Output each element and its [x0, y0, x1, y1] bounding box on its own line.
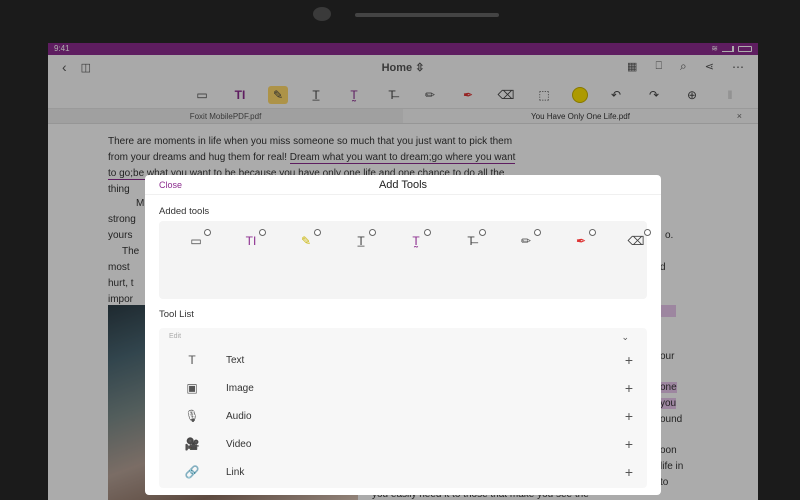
pen-red-icon[interactable]: ✒ — [570, 229, 596, 251]
note-icon[interactable]: ▭ — [185, 229, 211, 251]
remove-badge-icon[interactable] — [589, 229, 596, 236]
remove-badge-icon[interactable] — [534, 229, 541, 236]
add-text-button[interactable]: + — [625, 352, 633, 368]
video-tool-icon: 🎥 — [184, 437, 200, 451]
highlight-icon[interactable]: ✎ — [295, 229, 321, 251]
add-tools-dialog: Close Add Tools Added tools ▭ TI ✎ T̲ T̰… — [145, 175, 661, 495]
add-link-button[interactable]: + — [625, 464, 633, 480]
tool-row-text: T Text + — [159, 346, 647, 374]
add-image-button[interactable]: + — [625, 380, 633, 396]
strikeout-icon[interactable]: T̶ — [460, 229, 486, 251]
remove-badge-icon[interactable] — [204, 229, 211, 236]
remove-badge-icon[interactable] — [644, 229, 651, 236]
eraser-icon[interactable]: ⌫ — [625, 229, 651, 251]
tool-label: Link — [226, 466, 245, 478]
remove-badge-icon[interactable] — [314, 229, 321, 236]
pencil-icon[interactable]: ✏ — [515, 229, 541, 251]
audio-tool-icon: 🎙 — [184, 409, 200, 423]
text-tool-icon: T — [188, 353, 196, 367]
tool-list-heading: Tool List — [159, 309, 194, 320]
front-camera — [313, 7, 331, 21]
tool-list-panel: Edit ⌄ T Text + ▣ Image + 🎙 Audio + 🎥 Vi… — [159, 328, 647, 488]
underline-icon[interactable]: T̲ — [350, 229, 376, 251]
added-tools-row: ▭ TI ✎ T̲ T̰ T̶ ✏ ✒ ⌫ — [185, 229, 651, 251]
typewriter-icon[interactable]: TI — [240, 229, 266, 251]
added-tools-heading: Added tools — [159, 206, 210, 217]
link-tool-icon: 🔗 — [184, 465, 200, 479]
tool-row-link: 🔗 Link + — [159, 458, 647, 486]
tool-label: Audio — [226, 410, 252, 422]
remove-badge-icon[interactable] — [259, 229, 266, 236]
app-screen: 9:41 ≋ ‹ ◫ Home ⇳ ▦ ⎕ ⌕ ⋖ ⋯ ▭ TI ✎ T̲ T̰… — [48, 43, 758, 500]
remove-badge-icon[interactable] — [479, 229, 486, 236]
squiggly-icon[interactable]: T̰ — [405, 229, 431, 251]
tool-label: Image — [226, 382, 254, 394]
category-label: Edit — [169, 333, 182, 340]
chevron-down-icon[interactable]: ⌄ — [621, 332, 629, 343]
remove-badge-icon[interactable] — [369, 229, 376, 236]
tool-row-video: 🎥 Video + — [159, 430, 647, 458]
add-video-button[interactable]: + — [625, 436, 633, 452]
added-tools-panel: ▭ TI ✎ T̲ T̰ T̶ ✏ ✒ ⌫ — [159, 221, 651, 299]
dialog-title: Add Tools — [378, 179, 428, 191]
image-tool-icon: ▣ — [186, 381, 198, 395]
tool-label: Video — [226, 438, 252, 450]
dialog-header: Close Add Tools — [145, 175, 661, 195]
tool-row-audio: 🎙 Audio + — [159, 402, 647, 430]
tool-row-image: ▣ Image + — [159, 374, 647, 402]
remove-badge-icon[interactable] — [424, 229, 431, 236]
add-audio-button[interactable]: + — [625, 408, 633, 424]
speaker-grill — [355, 13, 499, 17]
tool-label: Text — [226, 354, 245, 366]
